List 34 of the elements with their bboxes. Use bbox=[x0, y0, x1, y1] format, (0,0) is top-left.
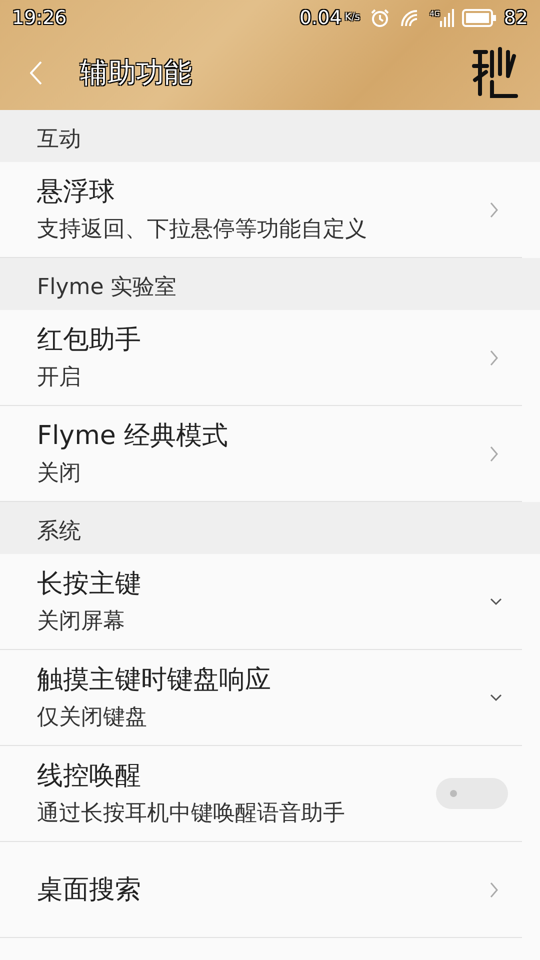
section-header: Flyme 实验室 bbox=[37, 274, 177, 302]
battery-icon bbox=[462, 9, 496, 27]
chevron-down-icon bbox=[490, 694, 502, 702]
chevron-right-icon bbox=[490, 350, 498, 366]
battery-level: 82 bbox=[504, 6, 528, 31]
item-subtitle: 关闭屏幕 bbox=[37, 608, 126, 636]
section-header: 系统 bbox=[37, 518, 81, 546]
item-title: 桌面搜索 bbox=[37, 874, 142, 906]
chevron-right-icon bbox=[490, 446, 498, 462]
status-time: 19:26 bbox=[12, 6, 67, 31]
chevron-right-icon bbox=[490, 882, 498, 898]
chevron-right-icon bbox=[490, 202, 498, 218]
item-subtitle: 开启 bbox=[37, 364, 82, 392]
item-title: 长按主键 bbox=[37, 568, 142, 600]
page-title: 辅助功能 bbox=[80, 55, 192, 91]
item-title: 红包助手 bbox=[37, 324, 142, 356]
item-subtitle: 支持返回、下拉悬停等功能自定义 bbox=[37, 216, 368, 244]
item-title: 触摸主键时键盘响应 bbox=[37, 664, 272, 696]
chevron-down-icon bbox=[490, 598, 502, 606]
seal-logo-icon bbox=[472, 46, 518, 100]
item-title: 悬浮球 bbox=[37, 176, 116, 208]
back-button[interactable] bbox=[30, 59, 44, 87]
item-title: 线控唤醒 bbox=[37, 760, 142, 792]
wifi-icon bbox=[400, 9, 420, 27]
network-speed: 0.04 bbox=[299, 6, 342, 31]
item-subtitle: 通过长按耳机中键唤醒语音助手 bbox=[37, 800, 346, 828]
speed-unit: K/s bbox=[344, 13, 360, 23]
item-subtitle: 关闭 bbox=[37, 460, 82, 488]
item-subtitle: 仅关闭键盘 bbox=[37, 704, 148, 732]
alarm-icon bbox=[370, 8, 390, 28]
signal-icon bbox=[440, 9, 454, 27]
section-header: 互动 bbox=[37, 126, 81, 154]
toggle-switch[interactable] bbox=[436, 778, 508, 809]
item-title: Flyme 经典模式 bbox=[37, 420, 230, 452]
